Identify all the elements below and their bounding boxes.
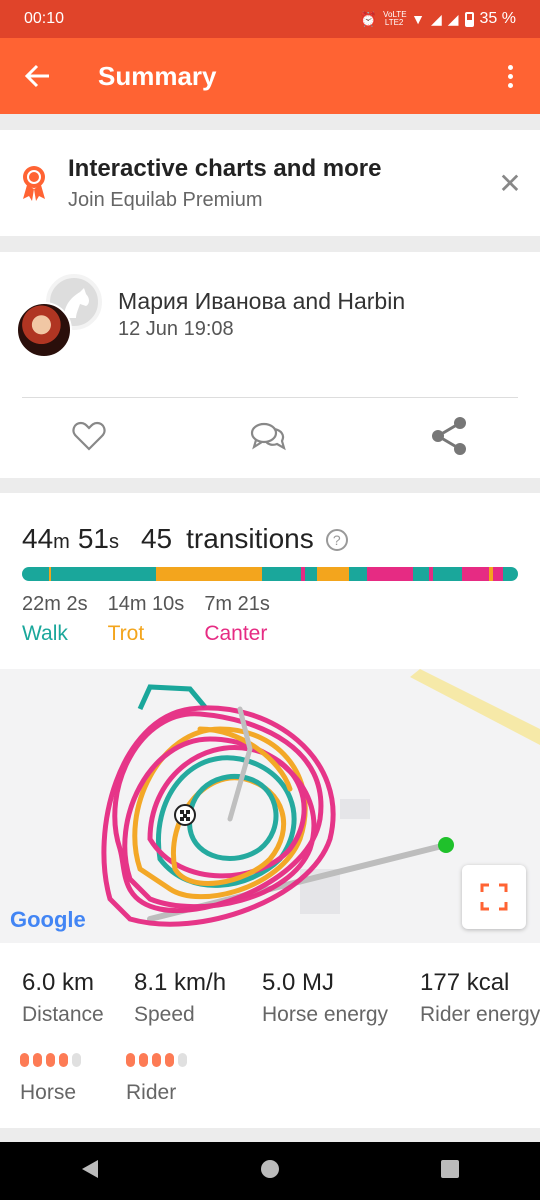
premium-promo-card[interactable]: Interactive charts and more Join Equilab… [0, 130, 540, 236]
duration-seconds: 51 [77, 523, 109, 554]
status-icons: ⏰ VoLTE LTE2 ▼ ◢ ◢ 35 % [360, 10, 516, 28]
ride-track-map[interactable]: Google [0, 669, 540, 943]
metric-distance-value: 6.0 km [22, 969, 95, 996]
metric-speed-label: Speed [134, 1003, 195, 1026]
metric-speed: 8.1 km/h Speed [134, 969, 226, 1027]
status-time: 00:10 [24, 10, 65, 27]
gait-walk-label: Walk [22, 622, 68, 645]
session-card: Мария Иванова and Harbin 12 Jun 19:08 [0, 252, 540, 478]
rider-effort-indicator [126, 1053, 187, 1067]
promo-title: Interactive charts and more [68, 154, 382, 182]
gait-trot-time: 14m 10s [107, 593, 185, 615]
gait-canter-label: Canter [204, 622, 268, 645]
metric-horse-energy: 5.0 MJ Horse energy [262, 969, 388, 1027]
metric-horse-energy-label: Horse energy [262, 1003, 389, 1026]
horse-effort-label: Horse [20, 1081, 77, 1104]
like-heart-icon[interactable] [72, 421, 106, 456]
help-icon[interactable]: ? [325, 529, 348, 551]
share-icon[interactable] [430, 416, 468, 461]
duration-minutes: 44 [22, 523, 54, 554]
metrics-card: 6.0 km Distance 8.1 km/h Speed 5.0 MJ Ho… [0, 943, 540, 1128]
rider-effort-label: Rider [126, 1081, 177, 1104]
alarm-icon: ⏰ [359, 10, 378, 27]
nav-recents-icon[interactable] [440, 1159, 460, 1184]
metric-distance-label: Distance [22, 1003, 104, 1026]
duration-summary: 44 m 51 s 45 transitions ? [22, 523, 348, 555]
nav-home-icon[interactable] [260, 1159, 280, 1184]
battery-icon [464, 11, 474, 27]
gait-canter: 7m 21s Canter [204, 593, 270, 646]
session-date: 12 Jun 19:08 [118, 318, 234, 340]
google-logo: Google [10, 907, 86, 932]
transitions-count: 45 [140, 523, 173, 554]
fullscreen-icon [480, 883, 508, 911]
app-bar: Summary [0, 38, 540, 114]
rider-avatar[interactable] [16, 302, 72, 358]
metric-rider-energy-value: 177 kcal [420, 969, 510, 996]
session-participants: Мария Иванова and Harbin [118, 288, 406, 314]
comment-icon[interactable] [250, 421, 286, 456]
gait-timeline-bar [22, 567, 518, 581]
wifi-icon: ▼ [411, 11, 425, 27]
gait-trot-label: Trot [107, 622, 145, 645]
horse-effort-indicator [20, 1053, 81, 1067]
status-bar: 00:10 ⏰ VoLTE LTE2 ▼ ◢ ◢ 35 % [0, 0, 540, 38]
more-options-icon[interactable] [480, 64, 540, 88]
nav-back-icon[interactable] [80, 1158, 100, 1185]
gait-walk-time: 22m 2s [22, 593, 88, 615]
metric-distance: 6.0 km Distance [22, 969, 104, 1027]
metric-horse-energy-value: 5.0 MJ [262, 969, 335, 996]
metric-rider-energy-label: Rider energy [420, 1003, 540, 1026]
close-icon[interactable]: ✕ [480, 167, 540, 200]
volte-icon: VoLTE LTE2 [383, 10, 407, 27]
signal-2-icon: ◢ [447, 10, 459, 27]
duration-minutes-unit: m [53, 531, 70, 553]
fullscreen-button[interactable] [462, 865, 526, 929]
battery-percent: 35 % [479, 10, 516, 27]
gait-canter-time: 7m 21s [204, 593, 270, 615]
transitions-label: transitions [186, 523, 314, 554]
medal-icon [0, 165, 68, 201]
gait-breakdown: 22m 2s Walk 14m 10s Trot 7m 21s Canter [22, 593, 270, 646]
metric-rider-energy: 177 kcal Rider energy [420, 969, 540, 1027]
signal-icon: ◢ [430, 10, 442, 27]
page-title: Summary [98, 60, 217, 91]
promo-subtitle: Join Equilab Premium [68, 188, 263, 211]
system-nav-bar [0, 1142, 540, 1200]
ride-stats-card: 44 m 51 s 45 transitions ? 22m 2s Walk 1… [0, 493, 540, 943]
gait-walk: 22m 2s Walk [22, 593, 88, 646]
duration-seconds-unit: s [108, 531, 119, 553]
back-arrow-icon[interactable] [0, 64, 76, 88]
metric-speed-value: 8.1 km/h [134, 969, 227, 996]
social-actions [0, 398, 540, 478]
gait-trot: 14m 10s Trot [108, 593, 185, 646]
